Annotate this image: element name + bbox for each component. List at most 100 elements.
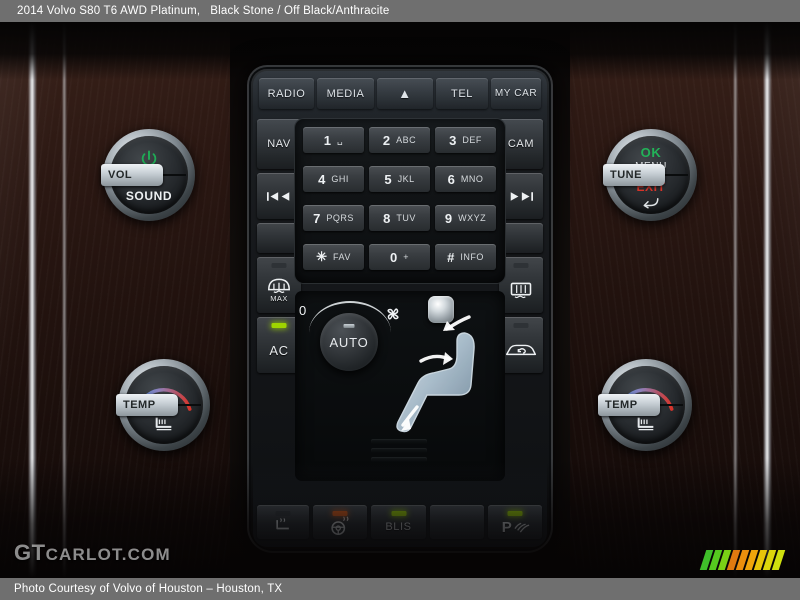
blank-button-right[interactable] — [499, 223, 543, 253]
fan-knob-notch — [343, 324, 355, 328]
rear-defrost-icon — [510, 282, 532, 298]
menu-knob-lever[interactable]: TUNE — [603, 164, 665, 186]
key-5-number: 5 — [384, 171, 392, 187]
key-3-letters: DEF — [462, 135, 482, 145]
keypad-key-2[interactable]: 2 ABC — [369, 127, 430, 153]
watermark-carlot: CARLOT.COM — [45, 545, 171, 564]
temperature-knob-left[interactable]: TEMP — [116, 359, 210, 451]
front-defrost-max-label: MAX — [270, 293, 288, 303]
key-6-letters: MNO — [460, 174, 484, 184]
keypad-key-5[interactable]: 5 JKL — [369, 166, 430, 192]
menu-tune-knob[interactable]: OK MENU EXIT TUNE — [603, 129, 697, 221]
heated-seat-icon — [155, 417, 172, 431]
key-2-letters: ABC — [396, 135, 417, 145]
cam-button-label: CAM — [507, 138, 535, 150]
cam-button[interactable]: CAM — [499, 119, 543, 169]
temp-right-knob-lever[interactable]: TEMP — [598, 394, 660, 416]
key-1-letters: ␣ — [337, 134, 344, 145]
vehicle-title: 2014 Volvo S80 T6 AWD Platinum, — [17, 5, 201, 17]
tel-button[interactable]: TEL — [436, 78, 488, 109]
volume-knob-sound-label: SOUND — [125, 189, 173, 203]
temp-left-knob-lever[interactable]: TEMP — [116, 394, 178, 416]
fan-speed-auto-knob[interactable]: AUTO — [320, 313, 378, 371]
keypad-key-7[interactable]: 7 PQRS — [303, 205, 364, 231]
key-5-letters: JKL — [397, 174, 415, 184]
seat-airflow-diagram — [396, 315, 475, 433]
radio-button[interactable]: RADIO — [259, 78, 314, 109]
key-star-symbol: ✳ — [316, 249, 328, 264]
keypad-key-3[interactable]: 3 DEF — [435, 127, 496, 153]
keypad-key-6[interactable]: 6 MNO — [435, 166, 496, 192]
key-9-letters: WXYZ — [458, 213, 487, 223]
key-hash-letters: INFO — [460, 252, 484, 262]
recirculation-icon — [505, 344, 537, 356]
vehicle-title-bar: 2014 Volvo S80 T6 AWD Platinum, Black St… — [0, 0, 800, 22]
temp-left-lever-label: TEMP — [123, 399, 156, 411]
key-9-number: 9 — [444, 210, 453, 226]
volume-knob-lever-label: VOL — [108, 169, 133, 181]
key-4-letters: GHI — [331, 174, 349, 184]
key-4-number: 4 — [318, 171, 326, 187]
key-0-letters: + — [403, 252, 409, 262]
key-hash-symbol: # — [447, 249, 455, 265]
front-defrost-led — [271, 263, 287, 268]
key-8-letters: TUV — [396, 213, 416, 223]
gtcarlot-watermark: GTCARLOT.COM — [14, 540, 171, 566]
next-track-button[interactable] — [499, 173, 543, 219]
keypad-key-hash[interactable]: # INFO — [435, 244, 496, 270]
key-7-letters: PQRS — [326, 213, 354, 223]
my-car-button-label: MY CAR — [494, 88, 538, 99]
keypad-key-4[interactable]: 4 GHI — [303, 166, 364, 192]
front-defrost-icon — [268, 278, 290, 293]
my-car-button[interactable]: MY CAR — [491, 78, 541, 109]
temperature-knob-right[interactable]: TEMP — [598, 359, 692, 451]
keypad-key-1[interactable]: 1 ␣ — [303, 127, 364, 153]
photo-credit-text: Photo Courtesy of Volvo of Houston – Hou… — [14, 583, 283, 595]
menu-knob-ok-label: OK — [640, 145, 662, 160]
keypad-key-star[interactable]: ✳ FAV — [303, 244, 364, 270]
keypad-key-8[interactable]: 8 TUV — [369, 205, 430, 231]
volume-sound-knob[interactable]: SOUND VOL — [101, 129, 195, 221]
media-button-label: MEDIA — [326, 87, 365, 100]
heated-seat-icon — [637, 417, 654, 431]
eject-button[interactable]: ▲ — [377, 78, 433, 109]
watermark-gt: GT — [14, 540, 46, 565]
next-track-icon — [510, 191, 533, 201]
nav-button-label: NAV — [267, 138, 291, 150]
temp-right-lever-label: TEMP — [605, 399, 638, 411]
key-2-number: 2 — [382, 132, 391, 148]
ac-button-label: AC — [269, 342, 289, 358]
media-button[interactable]: MEDIA — [317, 78, 374, 109]
key-3-number: 3 — [449, 132, 457, 148]
vent-slat — [371, 448, 427, 453]
keypad-key-9[interactable]: 9 WXYZ — [435, 205, 496, 231]
key-8-number: 8 — [383, 210, 391, 226]
menu-knob-lever-label: TUNE — [610, 169, 642, 181]
previous-track-icon — [267, 191, 290, 201]
color-stripes — [699, 550, 786, 570]
rear-defrost-button[interactable] — [499, 257, 543, 313]
key-6-number: 6 — [447, 171, 455, 187]
telephone-keypad: 1 ␣ 2 ABC 3 DEF 4 GHI 5 JKL 6 MNO 7 PQRS… — [295, 119, 505, 283]
vehicle-colors: Black Stone / Off Black/Anthracite — [210, 5, 390, 17]
screenshot-root: 2014 Volvo S80 T6 AWD Platinum, Black St… — [0, 0, 800, 600]
eject-icon: ▲ — [398, 86, 412, 101]
key-1-number: 1 — [323, 132, 331, 148]
fan-min-label: 0 — [299, 303, 307, 318]
rear-defrost-led — [513, 263, 529, 268]
recirculation-led — [513, 323, 529, 328]
console-photo: SOUND VOL OK MENU EXIT TUNE — [0, 22, 800, 578]
keypad-key-0[interactable]: 0 + — [369, 244, 430, 270]
key-7-number: 7 — [313, 210, 321, 226]
back-arrow-icon — [643, 198, 659, 209]
climate-control-panel: 0 AUTO — [295, 291, 505, 481]
radio-button-label: RADIO — [267, 87, 306, 100]
photo-credit-bar: Photo Courtesy of Volvo of Houston – Hou… — [0, 578, 800, 600]
volume-knob-lever[interactable]: VOL — [101, 164, 163, 186]
ac-led — [271, 323, 287, 328]
recirculation-button[interactable] — [499, 317, 543, 373]
vent-slat — [371, 439, 427, 444]
key-0-number: 0 — [390, 249, 398, 265]
tel-button-label: TEL — [451, 87, 473, 100]
auto-label: AUTO — [329, 334, 369, 350]
